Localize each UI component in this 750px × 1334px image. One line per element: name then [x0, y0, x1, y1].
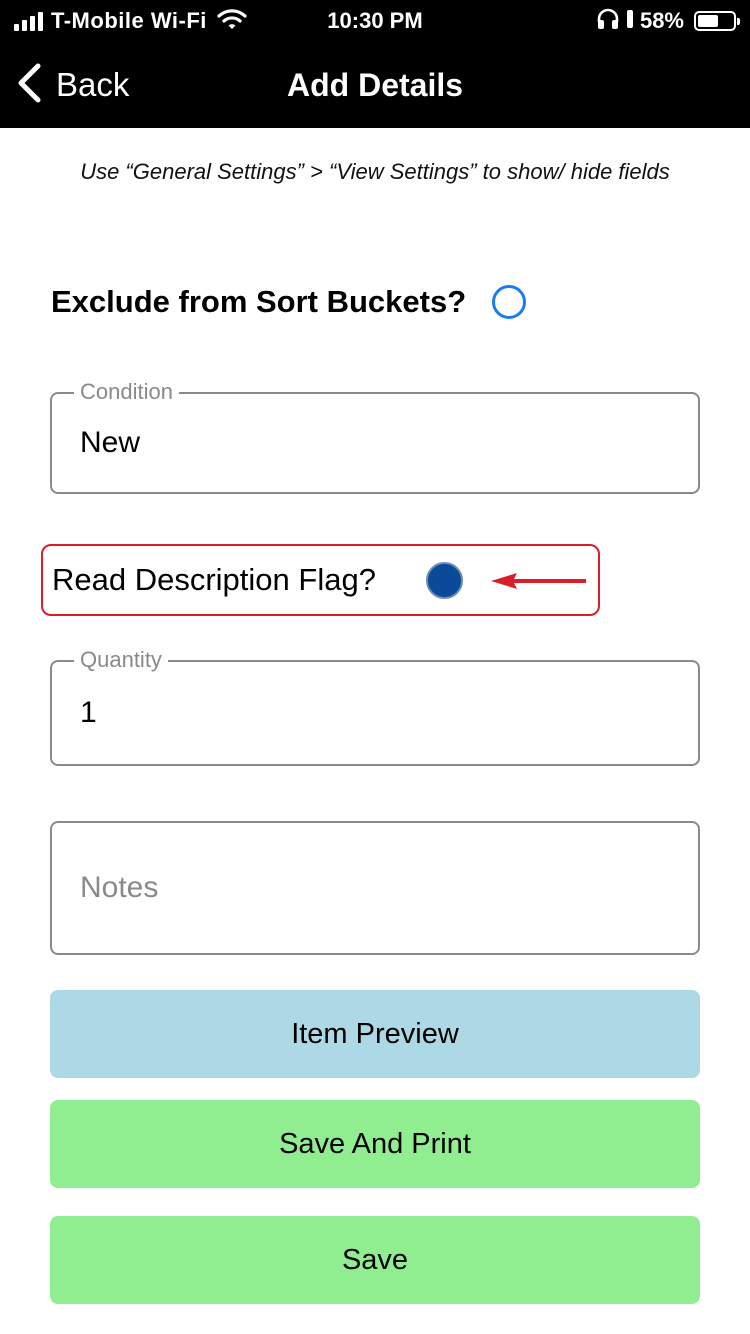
- battery-icon: [694, 11, 740, 31]
- view-settings-hint: Use “General Settings” > “View Settings”…: [80, 159, 670, 184]
- chevron-left-icon: [16, 63, 42, 108]
- condition-value: New: [80, 426, 141, 459]
- back-label: Back: [56, 66, 130, 103]
- battery-fill: [698, 15, 718, 27]
- notes-placeholder: Notes: [80, 871, 159, 904]
- read-description-flag-radio[interactable]: [426, 562, 463, 599]
- orientation-lock-icon: [626, 9, 634, 34]
- exclude-sort-buckets-label: Exclude from Sort Buckets?: [51, 284, 467, 319]
- status-bar-right: 58%: [596, 6, 740, 36]
- condition-label: Condition: [74, 378, 179, 406]
- item-preview-button[interactable]: Item Preview: [50, 990, 700, 1078]
- quantity-label: Quantity: [74, 646, 168, 674]
- top-bar: T-Mobile Wi-Fi 10:30 PM 58% Back Add Det…: [0, 0, 750, 128]
- condition-field[interactable]: Condition New: [50, 378, 700, 494]
- quantity-field[interactable]: Quantity 1: [50, 646, 700, 766]
- annotation-arrow-icon: [491, 573, 586, 589]
- save-and-print-button[interactable]: Save And Print: [50, 1100, 700, 1188]
- headphones-icon: [596, 8, 620, 35]
- notes-field[interactable]: Notes: [50, 821, 700, 955]
- save-button[interactable]: Save: [50, 1216, 700, 1304]
- back-button[interactable]: Back: [16, 60, 129, 110]
- exclude-sort-buckets-row: Exclude from Sort Buckets?: [51, 280, 527, 324]
- read-description-flag-label: Read Description Flag?: [52, 562, 376, 597]
- battery-percent: 58%: [639, 8, 684, 33]
- quantity-value: 1: [80, 696, 97, 729]
- read-description-flag-row: Read Description Flag?: [41, 544, 600, 616]
- exclude-sort-buckets-radio[interactable]: [492, 285, 527, 319]
